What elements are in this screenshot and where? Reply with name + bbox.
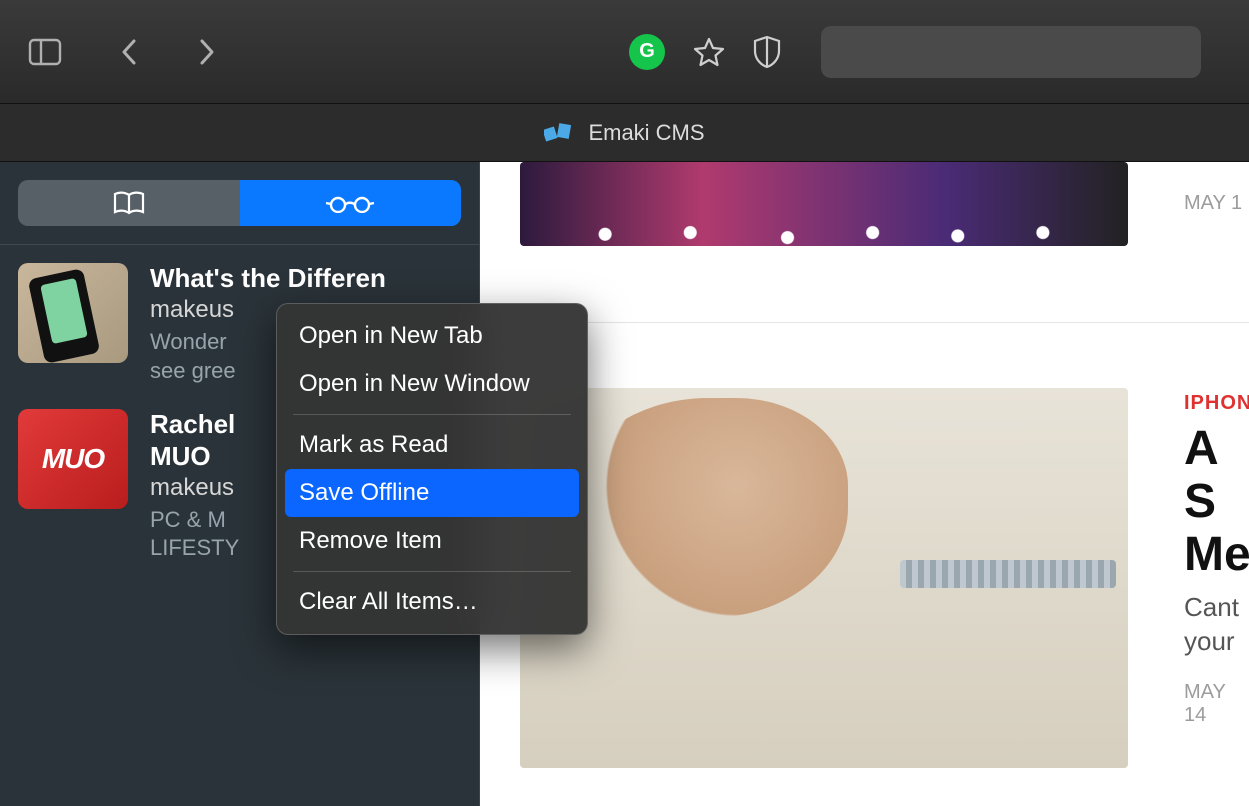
item-thumbnail xyxy=(18,409,128,509)
excerpt-line: PC & M xyxy=(150,507,226,532)
category-label: IPHON xyxy=(1184,392,1249,415)
menu-open-new-tab[interactable]: Open in New Tab xyxy=(277,312,587,360)
menu-open-new-window[interactable]: Open in New Window xyxy=(277,360,587,408)
glasses-icon xyxy=(326,193,374,213)
sidebar-toggle-icon[interactable] xyxy=(28,38,62,66)
item-thumbnail xyxy=(18,263,128,363)
headline-line: Me xyxy=(1184,528,1249,581)
subhead: Cant your xyxy=(1184,591,1249,659)
address-bar[interactable] xyxy=(821,26,1201,78)
bookmarks-segment[interactable] xyxy=(18,180,240,226)
excerpt-line: Wonder xyxy=(150,329,227,354)
menu-mark-as-read[interactable]: Mark as Read xyxy=(277,421,587,469)
browser-toolbar: G xyxy=(0,0,1249,104)
grammarly-extension-icon[interactable]: G xyxy=(629,34,665,70)
article-content-pane: MAY 1 IPHON A S Me Cant your MAY 14 xyxy=(480,162,1249,806)
context-menu: Open in New Tab Open in New Window Mark … xyxy=(276,303,588,635)
article-meta-block: IPHON A S Me Cant your MAY 14 xyxy=(1184,392,1249,727)
book-icon xyxy=(112,190,146,216)
article-top-date: MAY 1 xyxy=(1184,170,1242,215)
title-line: Rachel xyxy=(150,409,235,439)
menu-clear-all[interactable]: Clear All Items… xyxy=(277,578,587,626)
main-split: What's the Differen makeus Wonder see gr… xyxy=(0,162,1249,806)
article-image-top xyxy=(520,162,1128,246)
excerpt-line: LIFESTY xyxy=(150,535,239,560)
tab-strip: Emaki CMS xyxy=(0,104,1249,162)
g-letter: G xyxy=(639,40,655,63)
item-title: What's the Differen xyxy=(150,263,461,294)
forward-icon[interactable] xyxy=(196,37,218,67)
date-label: MAY 14 xyxy=(1184,681,1249,727)
reading-list-segment[interactable] xyxy=(240,180,462,226)
title-line: MUO xyxy=(150,441,211,471)
menu-separator xyxy=(293,571,571,572)
toolbar-center-group: G xyxy=(258,26,1201,78)
article-divider xyxy=(520,322,1249,323)
headline-line: A S xyxy=(1184,422,1217,528)
segmented-control xyxy=(18,180,461,226)
menu-save-offline[interactable]: Save Offline xyxy=(285,469,579,517)
menu-remove-item[interactable]: Remove Item xyxy=(277,517,587,565)
star-icon[interactable] xyxy=(693,36,725,68)
date-label: MAY 1 xyxy=(1184,192,1242,215)
segmented-control-wrap xyxy=(0,162,479,245)
tab-favicon-icon xyxy=(544,120,574,146)
shield-icon[interactable] xyxy=(753,35,781,69)
sub-line: Cant xyxy=(1184,592,1239,622)
menu-separator xyxy=(293,414,571,415)
headline: A S Me xyxy=(1184,423,1249,581)
excerpt-line: see gree xyxy=(150,358,236,383)
article-image-mid xyxy=(520,388,1128,768)
toolbar-left-group xyxy=(28,37,218,67)
back-icon[interactable] xyxy=(118,37,140,67)
sub-line: your xyxy=(1184,626,1235,656)
tab-label[interactable]: Emaki CMS xyxy=(588,120,704,146)
